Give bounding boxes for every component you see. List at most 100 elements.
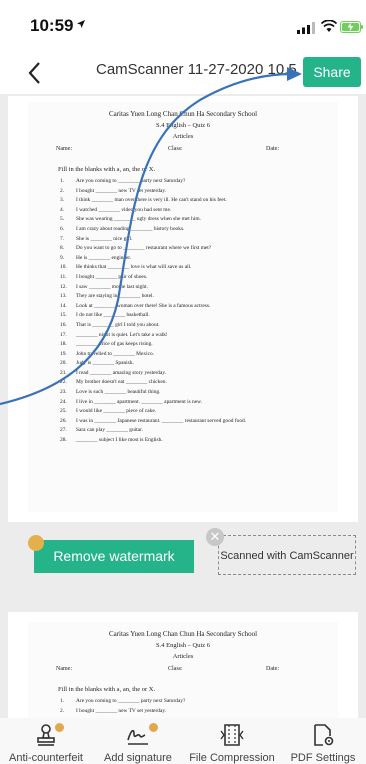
question-number: 28. xyxy=(60,437,67,444)
question-text: Are you coming to ________ party next Sa… xyxy=(76,178,186,184)
question-item: 11. I bought ________ pair of shoes. xyxy=(60,273,338,283)
close-watermark-icon[interactable]: ✕ xyxy=(206,528,224,546)
question-item: 2. I bought ________ new TV set yesterday… xyxy=(60,707,338,717)
add-signature-button[interactable]: Add signature xyxy=(92,718,184,764)
document-page-2[interactable]: Caritas Yuen Long Chan Chun Ha Secondary… xyxy=(8,612,358,732)
question-number: 10. xyxy=(60,264,67,271)
instruction-text: Fill in the blanks with a, an, the or X. xyxy=(58,166,156,173)
question-item: 2. I bought ________ new TV set yesterday… xyxy=(60,187,338,197)
question-text: ________ night is quiet. Let's take a wa… xyxy=(76,331,168,338)
anti-counterfeit-button[interactable]: Anti-counterfeit xyxy=(0,718,92,764)
question-text: Are you coming to ________ party next Sa… xyxy=(76,698,186,704)
new-feature-dot xyxy=(55,723,64,732)
signature-icon xyxy=(127,729,148,745)
question-text: I saw ________ movie last night. xyxy=(76,283,148,290)
battery-charging-icon xyxy=(340,21,363,33)
file-compression-button[interactable]: File Compression xyxy=(184,718,280,764)
question-text: I live in ________ apartment. ________ a… xyxy=(76,398,203,405)
question-item: 15. I do not like ________ basketball. xyxy=(60,311,338,321)
question-item: 23. Love is such ________ beautiful thing… xyxy=(60,388,338,398)
question-text: I watched ________ video you had sent me… xyxy=(76,206,172,213)
question-number: 19. xyxy=(60,350,67,357)
question-text: They are staying in ________ hotel. xyxy=(76,293,154,300)
question-item: 1. Are you coming to ________ party next … xyxy=(60,697,338,707)
pdf-settings-button[interactable]: PDF Settings xyxy=(280,718,366,764)
question-number: 1. xyxy=(60,698,65,704)
scanned-paper: Caritas Yuen Long Chan Chun Ha Secondary… xyxy=(28,102,338,512)
question-text: Do you want to go to ________ restaurant… xyxy=(76,245,212,252)
question-number: 14. xyxy=(60,302,67,309)
question-text: Sara can play ________ guitar. xyxy=(76,427,143,434)
question-item: 22. My brother doesn't eat ________ chick… xyxy=(60,378,338,388)
date-label: Date: xyxy=(266,666,279,672)
school-name: Caritas Yuen Long Chan Chun Ha Secondary… xyxy=(108,110,258,118)
question-item: 27. Sara can play ________ guitar. xyxy=(60,426,338,436)
quiz-title: S.4 English – Quiz 6 xyxy=(156,642,210,649)
premium-badge-icon xyxy=(28,535,44,551)
question-text: I bought ________ pair of shoes. xyxy=(76,273,148,280)
question-number: 22. xyxy=(60,379,67,386)
question-item: 24. I live in ________ apartment. _______… xyxy=(60,398,338,408)
question-item: 28. ________ subject I like most is Engli… xyxy=(60,436,338,446)
school-name: Caritas Yuen Long Chan Chun Ha Secondary… xyxy=(108,630,258,638)
quiz-topic: Articles xyxy=(172,133,194,140)
question-text: He is ________ engineer. xyxy=(76,254,132,261)
back-chevron-icon[interactable] xyxy=(22,60,48,86)
quiz-title: S.4 English – Quiz 6 xyxy=(156,122,210,129)
tool-label: Anti-counterfeit xyxy=(9,752,83,764)
tool-label: File Compression xyxy=(189,752,275,764)
share-button[interactable]: Share xyxy=(303,57,361,87)
scanned-paper: Caritas Yuen Long Chan Chun Ha Secondary… xyxy=(28,622,338,732)
question-number: 18. xyxy=(60,341,67,348)
student-info-line: Name: Class: Date: xyxy=(56,666,330,676)
question-text: I think ________ man over there is very … xyxy=(76,197,227,204)
question-item: 14. Look at ________ woman over there! Sh… xyxy=(60,302,338,312)
question-item: 4. I watched ________ video you had sent … xyxy=(60,206,338,216)
question-number: 5. xyxy=(60,216,65,223)
question-item: 16. That is ________ girl I told you abou… xyxy=(60,321,338,331)
question-text: That is ________ girl I told you about. xyxy=(76,321,160,328)
question-item: 20. Judy is ________ Spanish. xyxy=(60,359,338,369)
document-page-1[interactable]: Caritas Yuen Long Chan Chun Ha Secondary… xyxy=(8,96,358,522)
class-label: Class: xyxy=(168,666,183,672)
question-number: 8. xyxy=(60,245,65,252)
question-number: 16. xyxy=(60,321,67,328)
question-number: 7. xyxy=(60,235,65,242)
question-number: 11. xyxy=(60,273,67,280)
question-item: 10. He thinks that ________ love is what … xyxy=(60,263,338,273)
nav-bar: CamScanner 11-27-2020 10.58 Share xyxy=(0,50,366,94)
question-item: 21. I read ________ amazing story yesterd… xyxy=(60,369,338,379)
file-compression-icon xyxy=(220,724,244,746)
question-item: 8. Do you want to go to ________ restaura… xyxy=(60,244,338,254)
question-text: He thinks that ________ love is what wil… xyxy=(76,264,192,271)
document-title: CamScanner 11-27-2020 10.58 xyxy=(96,61,296,78)
question-number: 9. xyxy=(60,254,65,261)
question-item: 5. She was wearing ________ ugly dress wh… xyxy=(60,215,338,225)
question-text: She is ________ nice girl. xyxy=(76,235,133,242)
question-list: 1. Are you coming to ________ party next … xyxy=(28,697,338,716)
question-item: 17. ________ night is quiet. Let's take a… xyxy=(60,331,338,341)
remove-watermark-button[interactable]: Remove watermark xyxy=(34,540,194,573)
question-number: 3. xyxy=(60,197,65,204)
question-item: 12. I saw ________ movie last night. xyxy=(60,283,338,293)
cellular-signal-icon xyxy=(297,22,315,34)
question-text: John travelled to ________ Mexico. xyxy=(76,350,155,357)
question-number: 6. xyxy=(60,225,65,232)
question-number: 23. xyxy=(60,389,67,396)
question-item: 18. ________ price of gas keeps rising. xyxy=(60,340,338,350)
new-feature-dot xyxy=(149,723,158,732)
question-text: ________ price of gas keeps rising. xyxy=(76,341,153,348)
quiz-topic: Articles xyxy=(172,653,194,660)
question-item: 19. John travelled to ________ Mexico. xyxy=(60,350,338,360)
question-item: 6. I am crazy about reading ________ hist… xyxy=(60,225,338,235)
question-item: 7. She is ________ nice girl. xyxy=(60,235,338,245)
question-number: 27. xyxy=(60,427,67,434)
question-text: My brother doesn't eat ________ chicken. xyxy=(76,379,167,386)
question-item: 25. I would like ________ piece of cake. xyxy=(60,407,338,417)
question-text: ________ subject I like most is English. xyxy=(76,437,163,444)
question-text: I am crazy about reading ________ histor… xyxy=(76,225,185,232)
question-number: 13. xyxy=(60,293,67,300)
question-item: 3. I think ________ man over there is ver… xyxy=(60,196,338,206)
location-arrow-icon xyxy=(77,20,85,28)
question-text: I read ________ amazing story yesterday. xyxy=(76,369,167,376)
